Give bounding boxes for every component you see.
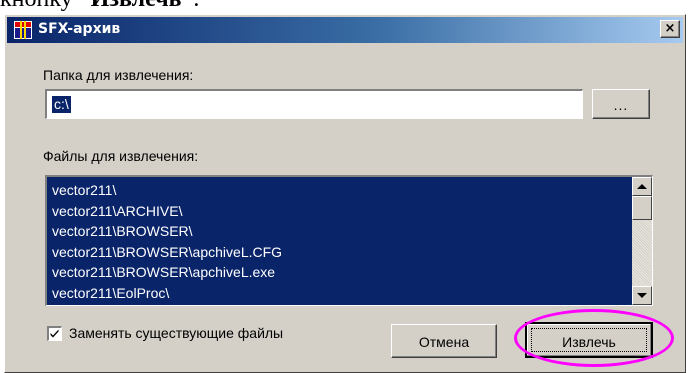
archive-app-icon [14,21,32,39]
extract-path-input[interactable]: c:\ [45,89,583,119]
window-title: SFX-архив [38,21,121,37]
scroll-down-button[interactable] [632,286,652,305]
cancel-button[interactable]: Отмена [391,324,497,358]
files-label: Файлы для извлечения: [43,148,199,164]
browse-button[interactable]: ... [592,89,650,119]
extract-path-value: c:\ [52,96,71,113]
list-item[interactable]: vector211\ARCHIVE\ [52,201,282,222]
arrow-down-icon [637,293,647,298]
scroll-thumb[interactable] [632,196,652,220]
replace-files-checkbox[interactable] [47,326,62,341]
list-item[interactable]: vector211\BROWSER\apchiveL.CFG [52,242,282,263]
title-bar[interactable]: SFX-архив × [7,17,683,43]
sfx-dialog: SFX-архив × Папка для извлечения: c:\ ..… [4,14,686,373]
checkmark-icon [50,329,59,338]
top-caption: кнопку “Извлечь”. [0,0,199,12]
list-item[interactable]: vector211\BROWSER\apchiveL.exe [52,262,282,283]
arrow-up-icon [637,184,647,189]
focus-rectangle [531,328,647,352]
scroll-up-button[interactable] [632,177,652,196]
extract-button[interactable]: Извлечь [525,322,653,358]
list-item[interactable]: vector211\ [52,180,282,201]
list-item[interactable]: vector211\BROWSER\ [52,221,282,242]
files-list: vector211\ vector211\ARCHIVE\ vector211\BR… [52,180,282,303]
list-item[interactable]: vector211\EolProc\ [52,283,282,304]
files-listbox[interactable]: vector211\ vector211\ARCHIVE\ vector211\BR… [45,175,653,306]
folder-label: Папка для извлечения: [43,67,194,83]
close-button[interactable]: × [660,20,680,38]
replace-files-label[interactable]: Заменять существующие файлы [69,325,283,341]
vertical-scrollbar[interactable] [632,177,652,305]
